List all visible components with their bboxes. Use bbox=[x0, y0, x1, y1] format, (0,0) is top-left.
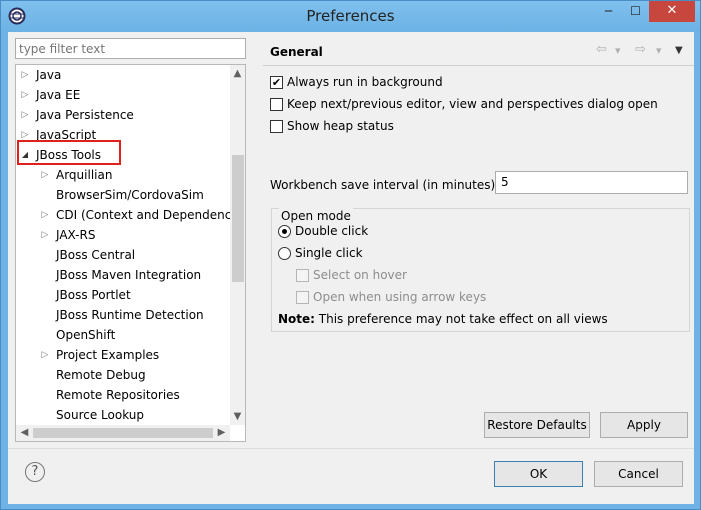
filter-input[interactable] bbox=[15, 38, 246, 59]
tree-item[interactable]: BrowserSim/CordovaSim bbox=[16, 185, 230, 205]
general-preference-page: ✔ Always run in background Keep next/pre… bbox=[263, 66, 694, 428]
help-icon[interactable]: ? bbox=[25, 462, 45, 482]
tree-item-label: Java Persistence bbox=[36, 108, 134, 122]
cancel-button[interactable]: Cancel bbox=[594, 461, 683, 487]
scroll-down-icon[interactable]: ▼ bbox=[230, 408, 245, 425]
tree-item-label: Java bbox=[36, 68, 62, 82]
tree-item[interactable]: JBoss Central bbox=[16, 245, 230, 265]
save-interval-label: Workbench save interval (in minutes): bbox=[270, 178, 500, 192]
tree-item[interactable]: ▷ Arquillian bbox=[16, 165, 230, 185]
tree-item-label: Project Examples bbox=[56, 348, 160, 362]
open-mode-group: Open mode Double click Single click Sele… bbox=[271, 208, 690, 332]
tree-item[interactable]: ▷ Java EE bbox=[16, 85, 230, 105]
tree-item-label: Java EE bbox=[36, 88, 81, 102]
radio-label: Single click bbox=[295, 246, 363, 260]
tree-item[interactable]: OpenShift bbox=[16, 325, 230, 345]
radio-selected-icon[interactable] bbox=[278, 225, 291, 238]
checkbox-checked-icon[interactable]: ✔ bbox=[270, 76, 283, 89]
tree-item-label: Remote Repositories bbox=[56, 388, 180, 402]
tree-item[interactable]: ▷ CDI (Context and Dependency bbox=[16, 205, 230, 225]
tree-item[interactable]: ▷ JAX-RS bbox=[16, 225, 230, 245]
minimize-button[interactable]: ─ bbox=[595, 1, 622, 22]
tree-collapsed-icon[interactable]: ▷ bbox=[40, 225, 50, 245]
tree-item[interactable]: ▷ Project Examples bbox=[16, 345, 230, 365]
tree-item-label: Source Lookup bbox=[56, 408, 144, 422]
tree-item-label: JBoss Maven Integration bbox=[56, 268, 202, 282]
option-label: Select on hover bbox=[313, 268, 407, 282]
page-header: General ⇦ ▾ ⇨ ▾ ▼ bbox=[263, 36, 694, 66]
tree-item-label: CDI (Context and Dependency bbox=[56, 208, 230, 222]
back-history-chevron-icon[interactable]: ▾ bbox=[615, 44, 621, 57]
tree-item[interactable]: Remote Debug bbox=[16, 365, 230, 385]
tree-item[interactable]: Remote Repositories bbox=[16, 385, 230, 405]
forward-history-chevron-icon[interactable]: ▾ bbox=[656, 44, 662, 57]
tree-item-label: OpenShift bbox=[56, 328, 116, 342]
footer-divider bbox=[8, 448, 694, 449]
forward-arrow-icon[interactable]: ⇨ bbox=[635, 42, 646, 57]
tree-vertical-scrollbar[interactable]: ▲ ▼ bbox=[230, 65, 245, 425]
radio-label: Double click bbox=[295, 224, 369, 238]
save-interval-field[interactable]: 5 bbox=[495, 171, 688, 194]
checkbox-icon[interactable] bbox=[270, 98, 283, 111]
option-label: Open when using arrow keys bbox=[313, 290, 487, 304]
tree-collapsed-icon[interactable]: ▷ bbox=[40, 165, 50, 185]
jboss-tools-highlight-box bbox=[17, 140, 121, 165]
scroll-right-icon[interactable]: ▶ bbox=[213, 425, 230, 441]
ok-button[interactable]: OK bbox=[494, 461, 583, 487]
dialog-body: ▷Java▷Java EE▷Java Persistence▷JavaScrip… bbox=[8, 32, 694, 504]
title-bar[interactable]: Preferences ─ ☐ ✕ bbox=[1, 1, 700, 32]
tree-item[interactable]: JBoss Portlet bbox=[16, 285, 230, 305]
page-title: General bbox=[270, 45, 323, 59]
apply-button[interactable]: Apply bbox=[600, 412, 688, 438]
tree-collapsed-icon[interactable]: ▷ bbox=[20, 105, 30, 125]
tree-collapsed-icon[interactable]: ▷ bbox=[40, 345, 50, 365]
tree-item-label: BrowserSim/CordovaSim bbox=[56, 188, 204, 202]
tree-item-label: Arquillian bbox=[56, 168, 113, 182]
view-menu-icon[interactable]: ▼ bbox=[675, 45, 683, 56]
checkbox-icon[interactable] bbox=[270, 120, 283, 133]
scroll-left-icon[interactable]: ◀ bbox=[16, 425, 33, 441]
tree-item-label: JBoss Portlet bbox=[56, 288, 131, 302]
tree-item[interactable]: ▷ Java bbox=[16, 65, 230, 85]
preferences-window: Preferences ─ ☐ ✕ ▷ Java ▷ Java EE ▷ Java Per… bbox=[0, 0, 701, 510]
option-label: Always run in background bbox=[287, 75, 443, 89]
tree-collapsed-icon[interactable]: ▷ bbox=[20, 65, 30, 85]
tree-collapsed-icon[interactable]: ▷ bbox=[40, 205, 50, 225]
checkbox-disabled-icon bbox=[296, 269, 309, 282]
tree-horizontal-scrollbar[interactable]: ◀ ▶ bbox=[16, 425, 230, 441]
tree-item-label: JBoss Central bbox=[56, 248, 136, 262]
note-prefix: Note: bbox=[278, 312, 315, 326]
tree-item[interactable]: ▷ Java Persistence bbox=[16, 105, 230, 125]
option-label: Keep next/previous editor, view and pers… bbox=[287, 97, 658, 111]
vertical-scroll-thumb[interactable] bbox=[232, 155, 244, 282]
tree-item-label: JBoss Runtime Detection bbox=[56, 308, 204, 322]
note-body: This preference may not take effect on a… bbox=[314, 312, 608, 326]
tree-item-label: Remote Debug bbox=[56, 368, 146, 382]
tree-item[interactable]: JBoss Maven Integration bbox=[16, 265, 230, 285]
horizontal-scroll-thumb[interactable] bbox=[33, 428, 213, 438]
restore-defaults-button[interactable]: Restore Defaults bbox=[484, 412, 590, 438]
checkbox-disabled-icon bbox=[296, 291, 309, 304]
radio-icon[interactable] bbox=[278, 247, 291, 260]
preference-tree: ▷ Java ▷ Java EE ▷ Java Persistence ▷ JavaScrip… bbox=[15, 64, 246, 442]
scroll-up-icon[interactable]: ▲ bbox=[230, 65, 245, 82]
option-label: Show heap status bbox=[287, 119, 394, 133]
tree-item-label: JAX-RS bbox=[56, 228, 96, 242]
back-arrow-icon[interactable]: ⇦ bbox=[596, 42, 607, 57]
maximize-button[interactable]: ☐ bbox=[622, 1, 649, 22]
note-text: Note: This preference may not take effec… bbox=[278, 310, 608, 328]
close-button[interactable]: ✕ bbox=[649, 1, 695, 22]
tree-item[interactable]: Source Lookup bbox=[16, 405, 230, 425]
tree-collapsed-icon[interactable]: ▷ bbox=[20, 85, 30, 105]
tree-item[interactable]: JBoss Runtime Detection bbox=[16, 305, 230, 325]
